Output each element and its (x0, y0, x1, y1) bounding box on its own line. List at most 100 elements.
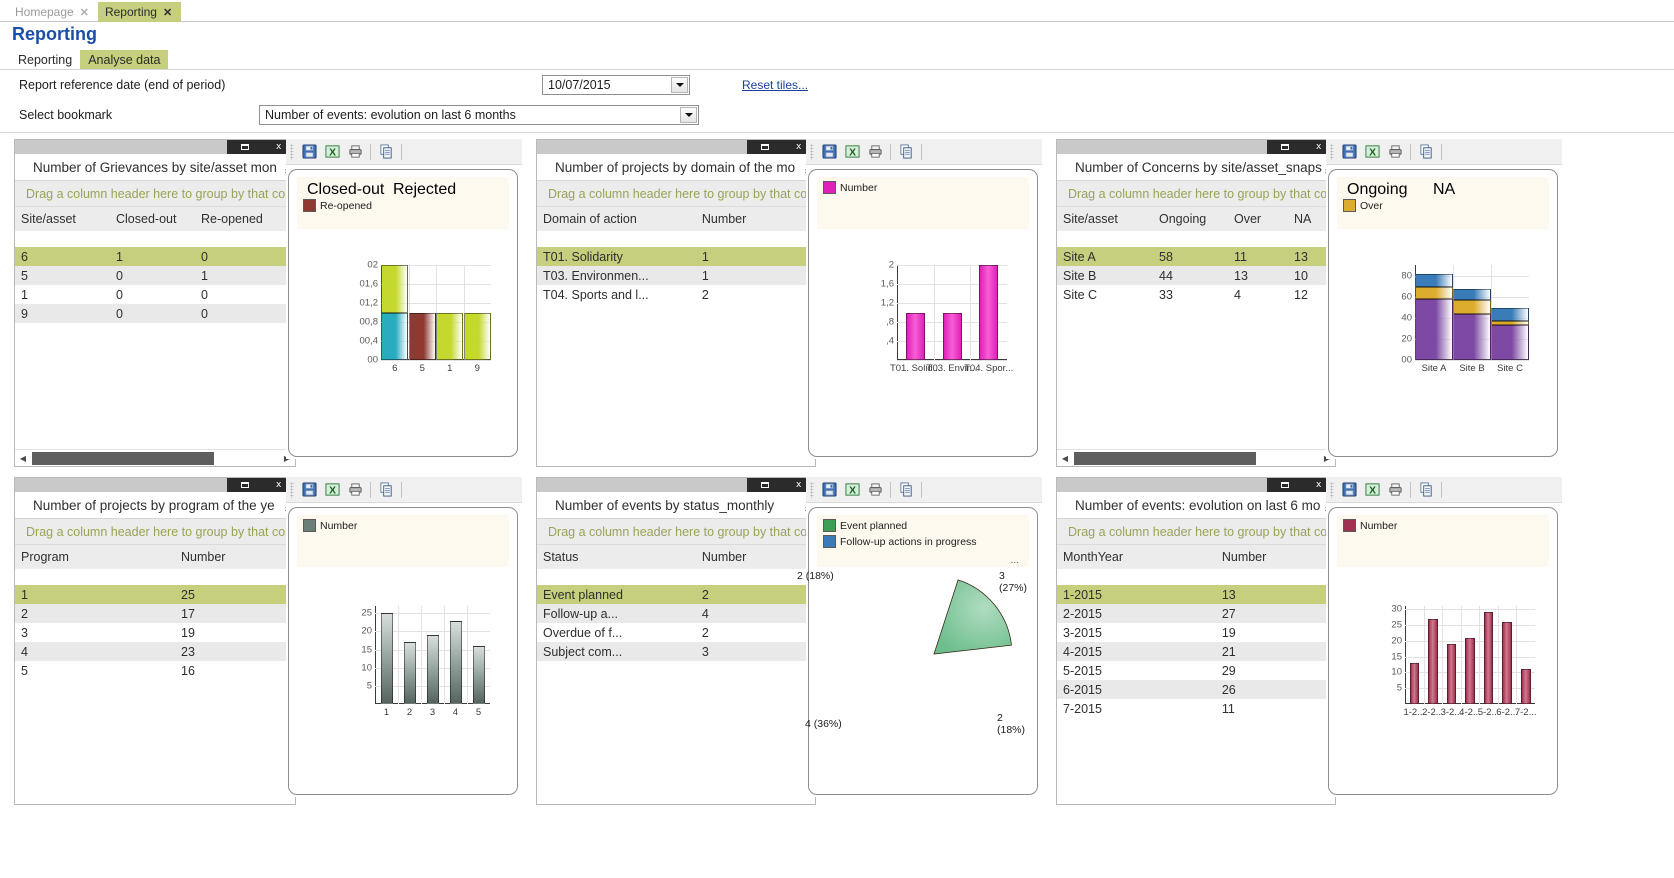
bar-segment[interactable] (942, 312, 962, 360)
legend-item[interactable]: Event planned (823, 519, 1029, 532)
maximize-icon[interactable] (760, 482, 769, 488)
table-row[interactable]: 3 19 (15, 623, 295, 642)
bar-segment[interactable] (463, 312, 491, 360)
bar-segment[interactable] (436, 312, 464, 360)
bar[interactable] (463, 265, 491, 360)
print-icon[interactable] (865, 480, 885, 500)
bar[interactable] (1453, 265, 1491, 360)
bar[interactable] (1483, 606, 1494, 704)
grid-horizontal-scrollbar[interactable]: ◀▶ (15, 449, 295, 466)
column-header[interactable]: Ongoing (1153, 207, 1228, 231)
scroll-left-icon[interactable]: ◀ (15, 451, 31, 466)
bar[interactable] (426, 606, 439, 704)
column-header[interactable]: Number (695, 545, 815, 569)
column-header[interactable]: Program (15, 545, 175, 569)
bar-segment[interactable] (408, 312, 436, 360)
tab-homepage-close-icon[interactable]: ✕ (80, 6, 89, 19)
copy-icon[interactable] (1416, 142, 1436, 162)
bar-segment[interactable] (1491, 308, 1529, 321)
bar[interactable] (403, 606, 416, 704)
legend-item[interactable]: NA (1429, 181, 1455, 199)
toolbar-grip[interactable] (810, 481, 814, 498)
bookmark-chevron-down-icon[interactable] (680, 107, 697, 123)
reset-tiles-link[interactable]: Reset tiles... (742, 78, 808, 92)
table-row[interactable]: 1-2015 13 (1057, 585, 1335, 604)
scroll-left-icon[interactable]: ◀ (1057, 451, 1073, 466)
bar[interactable] (1491, 265, 1529, 360)
table-row[interactable]: Site B 44 13 10 (1057, 266, 1335, 285)
table-row[interactable]: Subject com... 3 (537, 642, 815, 661)
bar[interactable] (472, 606, 485, 704)
bar-segment[interactable] (1415, 298, 1453, 360)
table-row[interactable]: T01. Solidarity 1 (537, 247, 815, 266)
close-icon[interactable]: x (276, 480, 281, 490)
column-header[interactable]: Domain of action (537, 207, 696, 231)
close-icon[interactable]: x (1316, 142, 1321, 152)
legend-item[interactable]: Number (1343, 519, 1549, 532)
bar-segment[interactable] (1428, 618, 1438, 704)
table-row[interactable]: 5-2015 29 (1057, 661, 1335, 680)
column-header[interactable]: MonthYear (1057, 545, 1216, 569)
column-header[interactable]: Number (695, 207, 815, 231)
legend-item[interactable]: Rejected (389, 181, 456, 199)
scroll-thumb[interactable] (32, 451, 214, 465)
bar-segment[interactable] (1453, 313, 1491, 360)
toolbar-grip[interactable] (290, 143, 294, 160)
column-header[interactable]: Over (1228, 207, 1288, 231)
bar-segment[interactable] (1491, 325, 1529, 360)
legend-item[interactable]: Number (303, 519, 509, 532)
bar-segment[interactable] (1415, 287, 1453, 299)
scroll-track[interactable] (1073, 451, 1319, 466)
excel-export-icon[interactable]: X (842, 480, 862, 500)
save-icon[interactable] (1339, 480, 1359, 500)
bar-segment[interactable] (1483, 612, 1494, 704)
bookmark-combo[interactable]: Number of events: evolution on last 6 mo… (259, 105, 699, 125)
bar-segment[interactable] (1409, 662, 1420, 704)
toolbar-grip[interactable] (1330, 143, 1334, 160)
group-by-dropzone[interactable]: Drag a column header here to group by th… (15, 181, 295, 207)
bar-segment[interactable] (380, 613, 393, 704)
bar-segment[interactable] (1446, 643, 1457, 704)
bar-segment[interactable] (1415, 273, 1453, 288)
tab-reporting-close-icon[interactable]: ✕ (163, 6, 172, 19)
print-icon[interactable] (345, 480, 365, 500)
save-icon[interactable] (819, 480, 839, 500)
table-row[interactable]: 1 25 (15, 585, 295, 604)
copy-icon[interactable] (896, 142, 916, 162)
bar-segment[interactable] (1453, 299, 1491, 314)
table-row[interactable]: T04. Sports and l... 2 (537, 285, 815, 304)
bar[interactable] (1415, 265, 1453, 360)
excel-export-icon[interactable]: X (1362, 480, 1382, 500)
subtab-analyse-data[interactable]: Analyse data (80, 50, 169, 69)
bar-segment[interactable] (1520, 669, 1531, 704)
bar-segment[interactable] (1502, 621, 1512, 704)
bar-segment[interactable] (381, 265, 409, 313)
report-date-combo[interactable]: 10/07/2015 (542, 75, 690, 95)
column-header[interactable]: Status (537, 545, 696, 569)
bar-segment[interactable] (979, 265, 999, 360)
print-icon[interactable] (345, 142, 365, 162)
legend-item[interactable]: Follow-up actions in progress (823, 535, 1029, 548)
column-header[interactable]: Number (175, 545, 295, 569)
bar[interactable] (449, 606, 462, 704)
tab-reporting[interactable]: Reporting ✕ (97, 2, 182, 22)
grid-horizontal-scrollbar[interactable]: ◀▶ (1057, 449, 1335, 466)
close-icon[interactable]: x (796, 142, 801, 152)
excel-export-icon[interactable]: X (842, 142, 862, 162)
toolbar-grip[interactable] (1330, 481, 1334, 498)
table-row[interactable]: 2-2015 27 (1057, 604, 1335, 623)
copy-icon[interactable] (376, 480, 396, 500)
close-icon[interactable]: x (796, 480, 801, 490)
bar-segment[interactable] (1465, 637, 1475, 704)
maximize-icon[interactable] (240, 482, 249, 488)
report-date-chevron-down-icon[interactable] (671, 77, 688, 93)
group-by-dropzone[interactable]: Drag a column header here to group by th… (537, 519, 815, 545)
maximize-icon[interactable] (1280, 482, 1289, 488)
legend-item[interactable]: Over (1343, 199, 1549, 212)
group-by-dropzone[interactable]: Drag a column header here to group by th… (1057, 181, 1335, 207)
save-icon[interactable] (299, 142, 319, 162)
save-icon[interactable] (299, 480, 319, 500)
bar-segment[interactable] (403, 642, 416, 704)
bar[interactable] (1520, 606, 1531, 704)
excel-export-icon[interactable]: X (1362, 142, 1382, 162)
